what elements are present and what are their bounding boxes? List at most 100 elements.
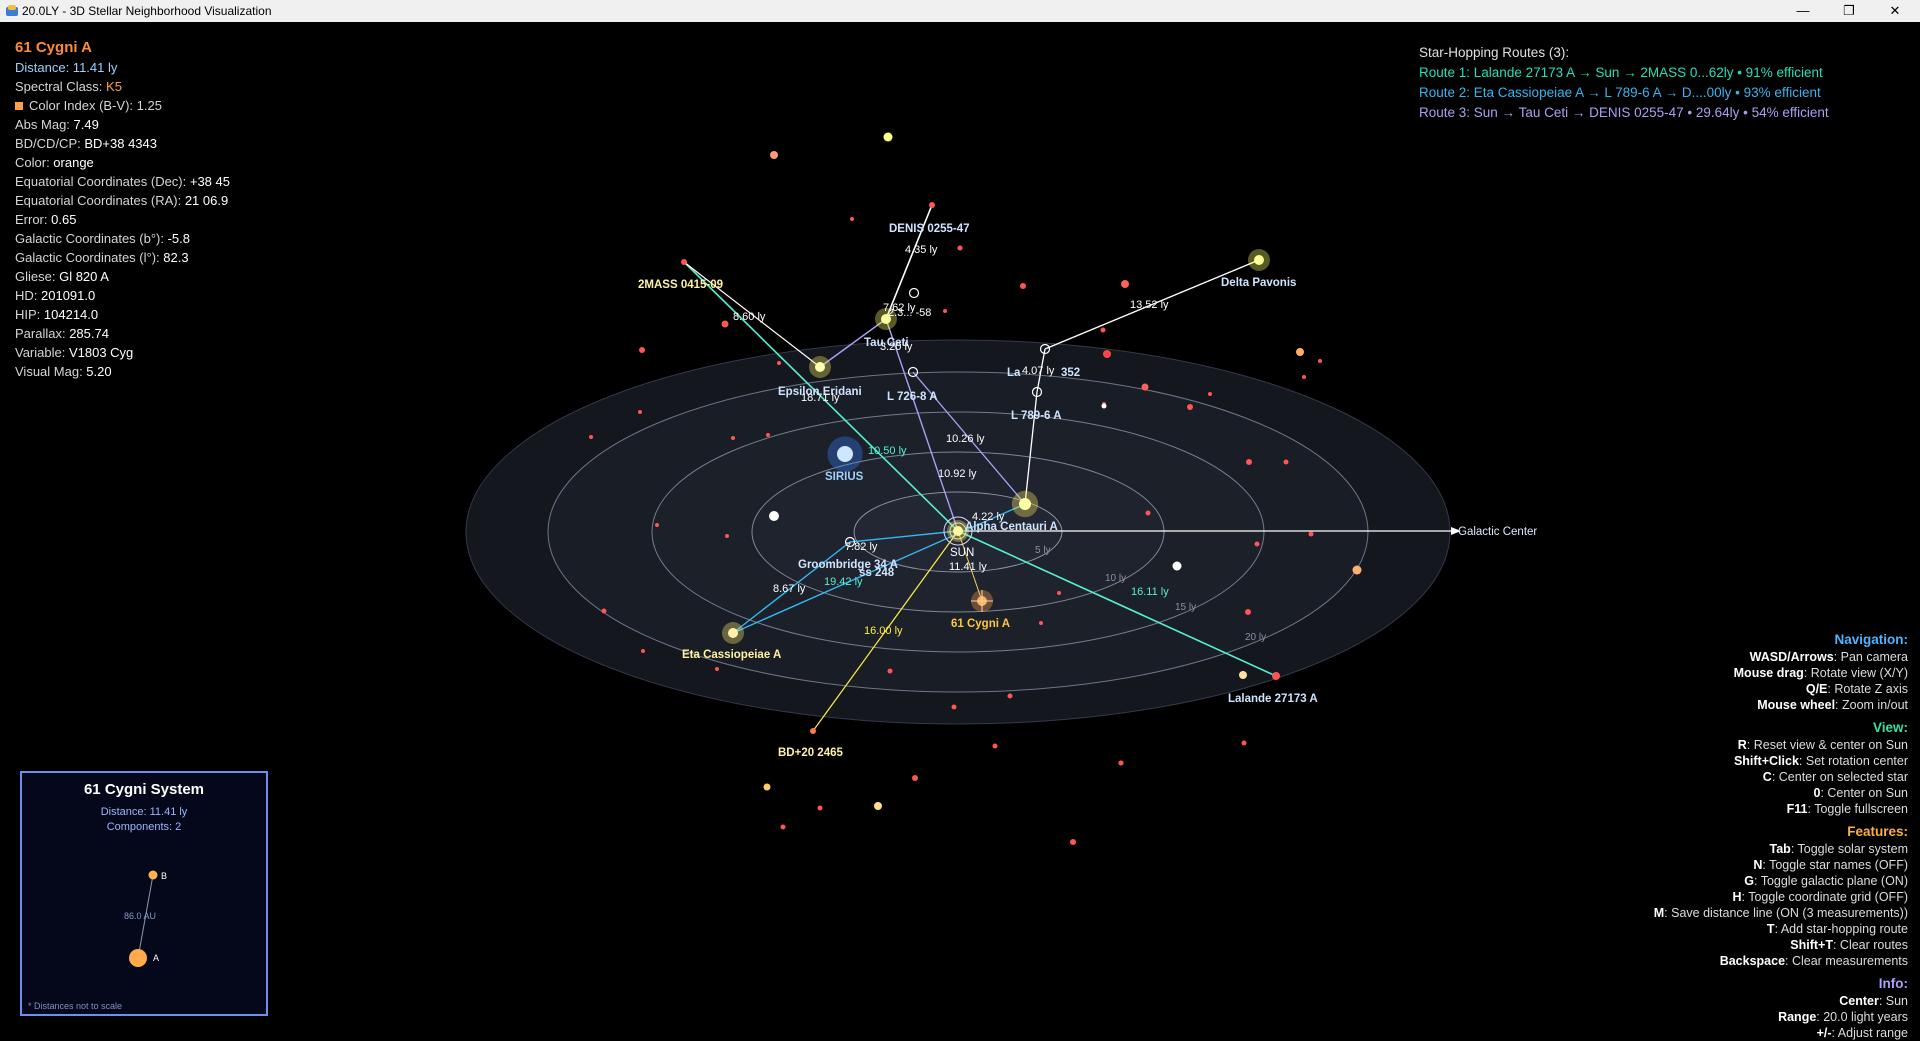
background-star[interactable]	[763, 783, 771, 791]
background-star[interactable]	[912, 775, 918, 781]
help-key: Center	[1839, 994, 1879, 1008]
route-item[interactable]: Route 1: Lalande 27173 A → Sun → 2MASS 0…	[1419, 63, 1829, 83]
background-star[interactable]	[1100, 327, 1106, 333]
background-star[interactable]	[887, 668, 893, 674]
star-label[interactable]: SIRIUS	[825, 471, 864, 483]
background-star[interactable]	[1101, 403, 1107, 409]
route-item[interactable]: Route 2: Eta Cassiopeiae A → L 789-6 A →…	[1419, 83, 1829, 103]
background-star[interactable]	[1007, 693, 1013, 699]
background-star[interactable]	[951, 704, 957, 710]
background-star[interactable]	[1283, 459, 1289, 465]
help-key: N	[1753, 858, 1763, 872]
star-label[interactable]: 2MASS 0415-09	[638, 279, 723, 291]
background-star[interactable]	[639, 347, 645, 353]
star-epsilon-eridani[interactable]	[815, 362, 825, 372]
star-label[interactable]: 352	[1061, 367, 1080, 379]
background-star[interactable]	[874, 802, 882, 810]
star-sun[interactable]	[953, 526, 963, 536]
star-label[interactable]: ss 248	[859, 567, 895, 579]
background-star[interactable]	[655, 523, 659, 527]
background-star[interactable]	[1187, 404, 1193, 410]
ring-distance-label: 10 ly	[1105, 573, 1126, 584]
background-star[interactable]	[770, 151, 778, 159]
background-star[interactable]	[1145, 510, 1151, 516]
star-label[interactable]: DENIS 0255-47	[889, 223, 970, 235]
background-star[interactable]	[1172, 561, 1182, 571]
background-star[interactable]	[1239, 671, 1247, 679]
star-label[interactable]: 61 Cygni A	[951, 618, 1010, 630]
star-label[interactable]: Lalande 27173 A	[1228, 693, 1318, 705]
background-star[interactable]	[725, 534, 729, 538]
background-star[interactable]	[777, 361, 781, 365]
background-star[interactable]	[1308, 531, 1314, 537]
restore-button[interactable]: ❐	[1826, 0, 1872, 22]
help-row: +/-: Adjust range	[1654, 1025, 1908, 1041]
background-star[interactable]	[1039, 621, 1043, 625]
background-star[interactable]	[1057, 591, 1061, 595]
minimize-button[interactable]: —	[1780, 0, 1826, 22]
background-star[interactable]	[1141, 383, 1149, 391]
background-star[interactable]	[1352, 565, 1362, 575]
star-info-panel: 61 Cygni A Distance: 11.41 ly Spectral C…	[15, 38, 230, 381]
background-star[interactable]	[589, 435, 593, 439]
background-star[interactable]	[957, 245, 963, 251]
info-field-row: Error: 0.65	[15, 210, 230, 229]
help-desc: : Toggle galactic plane (ON)	[1753, 874, 1908, 888]
background-star[interactable]	[1121, 280, 1129, 288]
star-label[interactable]: La	[1007, 367, 1021, 379]
background-star[interactable]	[817, 805, 823, 811]
background-star[interactable]	[883, 132, 893, 142]
background-star[interactable]	[1070, 839, 1076, 845]
help-desc: : 20.0 light years	[1816, 1010, 1908, 1024]
background-star[interactable]	[992, 743, 998, 749]
star-alpha-centauri[interactable]	[1019, 498, 1031, 510]
star-label[interactable]: Delta Pavonis	[1221, 277, 1296, 289]
help-desc: : Pan camera	[1833, 650, 1908, 664]
background-star[interactable]	[641, 649, 645, 653]
background-star[interactable]	[1318, 359, 1322, 363]
info-field-value: V1803 Cyg	[68, 345, 134, 360]
app-logo-icon	[6, 5, 18, 16]
background-star[interactable]	[1245, 609, 1251, 615]
star-label[interactable]: L 726-8 A	[887, 391, 938, 403]
help-key: WASD/Arrows	[1749, 650, 1834, 664]
background-star[interactable]	[1296, 348, 1304, 356]
scale-note: * Distances not to scale	[28, 1001, 123, 1011]
star-2mass[interactable]	[681, 259, 687, 265]
route-item[interactable]: Route 3: Sun → Tau Ceti → DENIS 0255-47 …	[1419, 103, 1829, 123]
background-star[interactable]	[731, 436, 735, 440]
distance-label: 4.35 ly	[905, 244, 938, 256]
star-label[interactable]: L 789-6 A	[1011, 410, 1062, 422]
star-bd20[interactable]	[810, 728, 816, 734]
background-star[interactable]	[1246, 459, 1252, 465]
background-star[interactable]	[601, 608, 607, 614]
background-star[interactable]	[766, 433, 770, 437]
distance-label: 10.50 ly	[868, 445, 907, 457]
background-star[interactable]	[715, 667, 719, 671]
star-sirius[interactable]	[837, 446, 853, 462]
background-star[interactable]	[780, 824, 786, 830]
background-star[interactable]	[1254, 541, 1260, 547]
star-map-canvas[interactable]: 5 ly 10 ly 15 ly 20 ly DENIS 0255-47 2MASS 0…	[0, 22, 1920, 1038]
star-label[interactable]: BD+20 2465	[778, 747, 843, 759]
background-star[interactable]	[1103, 350, 1111, 358]
background-star[interactable]	[1302, 375, 1306, 379]
background-star[interactable]	[1020, 283, 1026, 289]
info-field-row: Variable: V1803 Cyg	[15, 343, 230, 362]
star-denis[interactable]	[929, 202, 935, 208]
background-star[interactable]	[1208, 392, 1212, 396]
close-button[interactable]: ✕	[1872, 0, 1918, 22]
background-star[interactable]	[769, 511, 779, 521]
star-label[interactable]: SUN	[950, 547, 974, 559]
star-delta-pavonis[interactable]	[1254, 255, 1264, 265]
background-star[interactable]	[1241, 740, 1247, 746]
star-label[interactable]: Eta Cassiopeiae A	[682, 649, 781, 661]
background-star[interactable]	[721, 320, 729, 328]
background-star[interactable]	[943, 309, 947, 313]
star-eta-cassiopeiae[interactable]	[728, 628, 738, 638]
background-star[interactable]	[638, 410, 642, 414]
help-key: F11	[1786, 802, 1808, 816]
background-star[interactable]	[1118, 760, 1124, 766]
star-lalande[interactable]	[1272, 672, 1280, 680]
background-star[interactable]	[850, 217, 854, 221]
